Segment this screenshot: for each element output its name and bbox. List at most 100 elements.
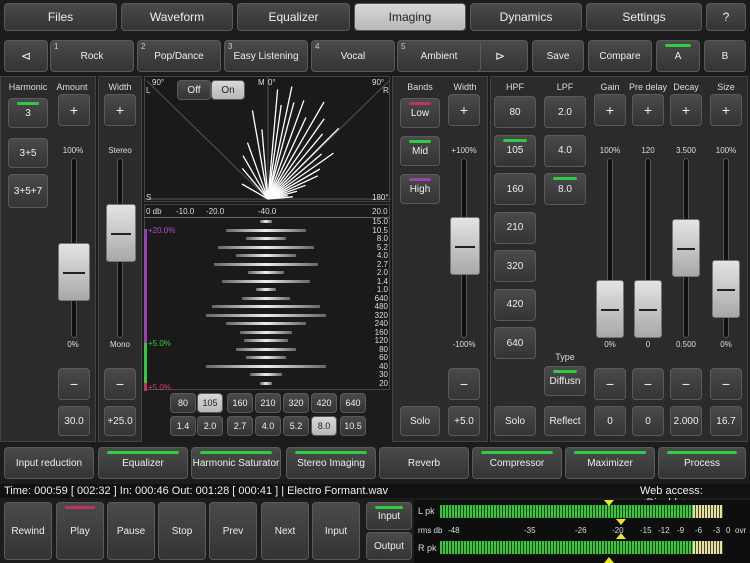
scope-off-button[interactable]: Off	[177, 80, 211, 100]
chain-stereo-imaging-button[interactable]: Stereo Imaging	[286, 447, 376, 479]
decay-slider-thumb[interactable]	[672, 219, 700, 277]
chain-input-reduction-button[interactable]: Input reduction	[4, 447, 94, 479]
gain-minus-button[interactable]: −	[594, 368, 626, 400]
gain-value[interactable]: 0	[594, 406, 626, 436]
transport-input-button[interactable]: Input	[312, 502, 360, 560]
tab-help[interactable]: ?	[706, 3, 746, 31]
lpf-8-0-button[interactable]: 8.0	[544, 173, 586, 205]
preset-3-button[interactable]: 3 Easy Listening	[224, 40, 308, 72]
freq-160-button[interactable]: 160	[227, 393, 253, 413]
chain-harmonic-saturator-button[interactable]: Harmonic Saturator	[191, 447, 281, 479]
amount-value[interactable]: 30.0	[58, 406, 90, 436]
hpf-640-button[interactable]: 640	[494, 327, 536, 359]
freq-320-button[interactable]: 320	[283, 393, 309, 413]
khz-5-2-button[interactable]: 5.2	[283, 416, 309, 436]
transport-stop-button[interactable]: Stop	[158, 502, 206, 560]
width-plus-button[interactable]: +	[104, 94, 136, 126]
chain-compressor-button[interactable]: Compressor	[472, 447, 562, 479]
hpf-80-button[interactable]: 80	[494, 96, 536, 128]
band-width-minus-button[interactable]: −	[448, 368, 480, 400]
width-minus-button[interactable]: −	[104, 368, 136, 400]
decay-plus-button[interactable]: +	[670, 94, 702, 126]
width-slider-thumb[interactable]	[106, 204, 136, 263]
chain-process-button[interactable]: Process	[658, 447, 746, 479]
band-low-button[interactable]: Low	[400, 98, 440, 128]
khz-10-5-button[interactable]: 10.5	[340, 416, 366, 436]
band-width-plus-button[interactable]: +	[448, 94, 480, 126]
hpf-210-button[interactable]: 210	[494, 211, 536, 244]
preset-2-button[interactable]: 2 Pop/Dance	[137, 40, 221, 72]
chain-equalizer-button[interactable]: Equalizer	[98, 447, 188, 479]
predelay-plus-button[interactable]: +	[632, 94, 664, 126]
harmonic-3-button[interactable]: 3	[8, 98, 48, 128]
lpf-4-0-button[interactable]: 4.0	[544, 134, 586, 167]
preset-1-button[interactable]: 1 Rock	[50, 40, 134, 72]
hpf-320-button[interactable]: 320	[494, 250, 536, 282]
output-monitor-button[interactable]: Output	[366, 532, 412, 560]
transport-pause-button[interactable]: Pause	[107, 502, 155, 560]
freq-420-button[interactable]: 420	[311, 393, 337, 413]
predelay-value[interactable]: 0	[632, 406, 664, 436]
band-solo-button[interactable]: Solo	[400, 406, 440, 436]
size-minus-button[interactable]: −	[710, 368, 742, 400]
scope-on-button[interactable]: On	[211, 80, 245, 100]
gain-slider-thumb[interactable]	[596, 280, 624, 338]
harmonic-3-5-7-button[interactable]: 3+5+7	[8, 174, 48, 208]
band-width-slider-thumb[interactable]	[450, 216, 480, 275]
harmonic-3-5-button[interactable]: 3+5	[8, 138, 48, 168]
freq-80-button[interactable]: 80	[170, 393, 196, 413]
decay-minus-button[interactable]: −	[670, 368, 702, 400]
tab-waveform[interactable]: Waveform	[121, 3, 233, 31]
tab-settings[interactable]: Settings	[586, 3, 702, 31]
reverb-solo-button[interactable]: Solo	[494, 406, 536, 436]
khz-4-0-button[interactable]: 4.0	[255, 416, 281, 436]
khz-2-0-button[interactable]: 2.0	[197, 416, 223, 436]
freq-105-button[interactable]: 105	[197, 393, 223, 413]
a-button[interactable]: A	[656, 40, 700, 72]
freq-640-button[interactable]: 640	[340, 393, 366, 413]
transport-next-button[interactable]: Next	[261, 502, 309, 560]
eq-mark-mid	[144, 343, 147, 383]
lpf-2-0-button[interactable]: 2.0	[544, 96, 586, 128]
hpf-160-button[interactable]: 160	[494, 173, 536, 205]
decay-value[interactable]: 2.000	[670, 406, 702, 436]
tab-equalizer[interactable]: Equalizer	[237, 3, 350, 31]
size-slider-thumb[interactable]	[712, 259, 740, 318]
khz-1-4-button[interactable]: 1.4	[170, 416, 196, 436]
input-monitor-button[interactable]: Input	[366, 502, 412, 530]
type-diffusn-button[interactable]: Diffusn	[544, 366, 586, 396]
tab-imaging[interactable]: Imaging	[354, 3, 466, 31]
chain-label: Harmonic Saturator	[192, 457, 280, 469]
khz-8-0-button[interactable]: 8.0	[311, 416, 337, 436]
band-high-button[interactable]: High	[400, 174, 440, 204]
amount-slider-thumb[interactable]	[58, 243, 90, 302]
amount-minus-button[interactable]: −	[58, 368, 90, 400]
predelay-slider-thumb[interactable]	[634, 280, 662, 338]
transport-play-button[interactable]: Play	[56, 502, 104, 560]
preset-prev-button[interactable]: ⊲	[4, 40, 48, 72]
khz-2-7-button[interactable]: 2.7	[227, 416, 253, 436]
chain-maximizer-button[interactable]: Maximizer	[565, 447, 655, 479]
transport-rewind-button[interactable]: Rewind	[4, 502, 52, 560]
transport-prev-button[interactable]: Prev	[209, 502, 257, 560]
hpf-420-button[interactable]: 420	[494, 288, 536, 321]
b-button[interactable]: B	[704, 40, 746, 72]
preset-4-button[interactable]: 4 Vocal	[311, 40, 395, 72]
tab-dynamics[interactable]: Dynamics	[470, 3, 582, 31]
amount-plus-button[interactable]: +	[58, 94, 90, 126]
band-mid-button[interactable]: Mid	[400, 136, 440, 166]
gain-plus-button[interactable]: +	[594, 94, 626, 126]
type-reflect-button[interactable]: Reflect	[544, 406, 586, 436]
width-value[interactable]: +25.0	[104, 406, 136, 436]
freq-210-button[interactable]: 210	[255, 393, 281, 413]
band-width-value[interactable]: +5.0	[448, 406, 480, 436]
tab-files[interactable]: Files	[4, 3, 117, 31]
size-plus-button[interactable]: +	[710, 94, 742, 126]
predelay-minus-button[interactable]: −	[632, 368, 664, 400]
chain-reverb-button[interactable]: Reverb	[379, 447, 469, 479]
save-button[interactable]: Save	[532, 40, 584, 72]
compare-button[interactable]: Compare	[588, 40, 652, 72]
hpf-105-button[interactable]: 105	[494, 134, 536, 167]
preset-5-button[interactable]: 5 Ambient	[397, 40, 481, 72]
size-value[interactable]: 16.7	[710, 406, 742, 436]
